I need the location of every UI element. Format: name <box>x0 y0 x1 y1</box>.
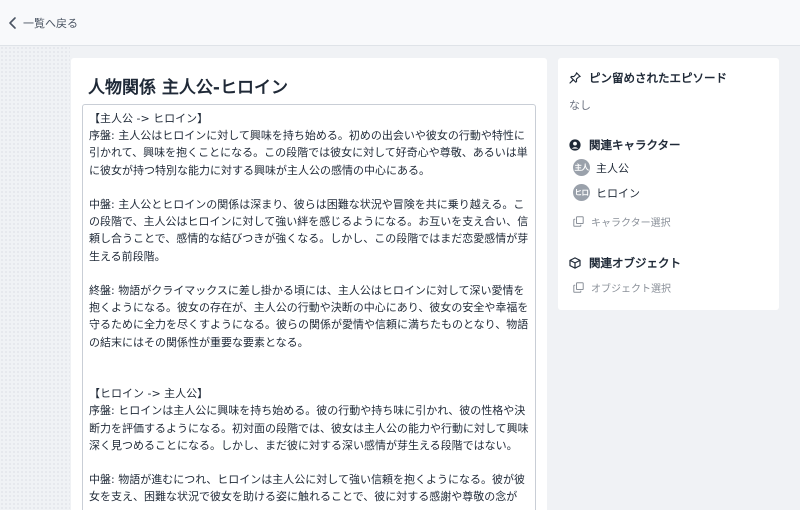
side-panel: ピン留めされたエピソード なし 関連キャラクター 主人 主人公 ヒロ ヒロイン … <box>558 58 779 310</box>
editor-paragraph: 終盤: 物語がクライマックスに差し掛かる頃には、主人公はヒロインに対して深い愛情… <box>89 284 529 349</box>
editor-blank-line <box>89 454 529 471</box>
editor-paragraph: 序盤: ヒロインは主人公に興味を持ち始める。彼の行動や持ち味に引かれ、彼の性格や… <box>89 404 529 452</box>
chevron-left-icon <box>9 16 16 29</box>
editor-paragraph: 【主人公 -> ヒロイン】 <box>89 112 209 125</box>
pinned-episodes-header: ピン留めされたエピソード <box>569 70 727 86</box>
editor-paragraph: 序盤: 主人公はヒロインに対して興味を持ち始める。初めの出会いや彼女の行動や特性… <box>89 129 528 177</box>
avatar: 主人 <box>573 159 590 176</box>
editor-paragraph: 中盤: 物語が進むにつれ、ヒロインは主人公に対して強い信頼を抱くようになる。彼が… <box>89 473 525 504</box>
editor-blank-line <box>89 179 529 196</box>
top-bar: 一覧へ戻る <box>0 0 800 46</box>
character-item-heroine[interactable]: ヒロ ヒロイン <box>573 184 640 201</box>
character-item-protagonist[interactable]: 主人 主人公 <box>573 159 629 176</box>
object-select-label: オブジェクト選択 <box>591 284 671 295</box>
pin-icon <box>569 72 581 84</box>
editor-blank-line <box>89 351 529 368</box>
background-pattern <box>0 46 70 510</box>
related-objects-header: 関連オブジェクト <box>569 255 681 271</box>
related-characters-title: 関連キャラクター <box>589 138 681 152</box>
page-title: 人物関係 主人公-ヒロイン <box>88 78 288 98</box>
relationship-card: 人物関係 主人公-ヒロイン 【主人公 -> ヒロイン】序盤: 主人公はヒロインに… <box>71 58 547 510</box>
back-label: 一覧へ戻る <box>23 16 78 30</box>
back-to-list-button[interactable]: 一覧へ戻る <box>6 15 78 31</box>
character-name: 主人公 <box>596 161 629 175</box>
relationship-text-editor[interactable]: 【主人公 -> ヒロイン】序盤: 主人公はヒロインに対して興味を持ち始める。初め… <box>82 104 536 510</box>
avatar: ヒロ <box>573 184 590 201</box>
character-select-button[interactable]: キャラクター選択 <box>573 214 671 229</box>
related-objects-title: 関連オブジェクト <box>589 256 681 270</box>
cube-icon <box>569 257 581 269</box>
character-name: ヒロイン <box>596 186 640 200</box>
editor-paragraph: 【ヒロイン -> 主人公】 <box>89 387 209 401</box>
object-select-button[interactable]: オブジェクト選択 <box>573 280 671 295</box>
character-select-label: キャラクター選択 <box>591 218 671 229</box>
copy-icon <box>573 216 584 227</box>
pinned-episodes-empty: なし <box>569 99 591 112</box>
editor-blank-line <box>89 368 529 385</box>
editor-paragraph: 中盤: 主人公とヒロインの関係は深まり、彼らは困難な状況や冒険を共に乗り越える。… <box>89 198 529 263</box>
pinned-episodes-title: ピン留めされたエピソード <box>589 71 727 85</box>
copy-icon <box>573 282 584 293</box>
related-characters-header: 関連キャラクター <box>569 137 681 153</box>
user-circle-icon <box>569 139 581 151</box>
editor-blank-line <box>89 265 529 282</box>
